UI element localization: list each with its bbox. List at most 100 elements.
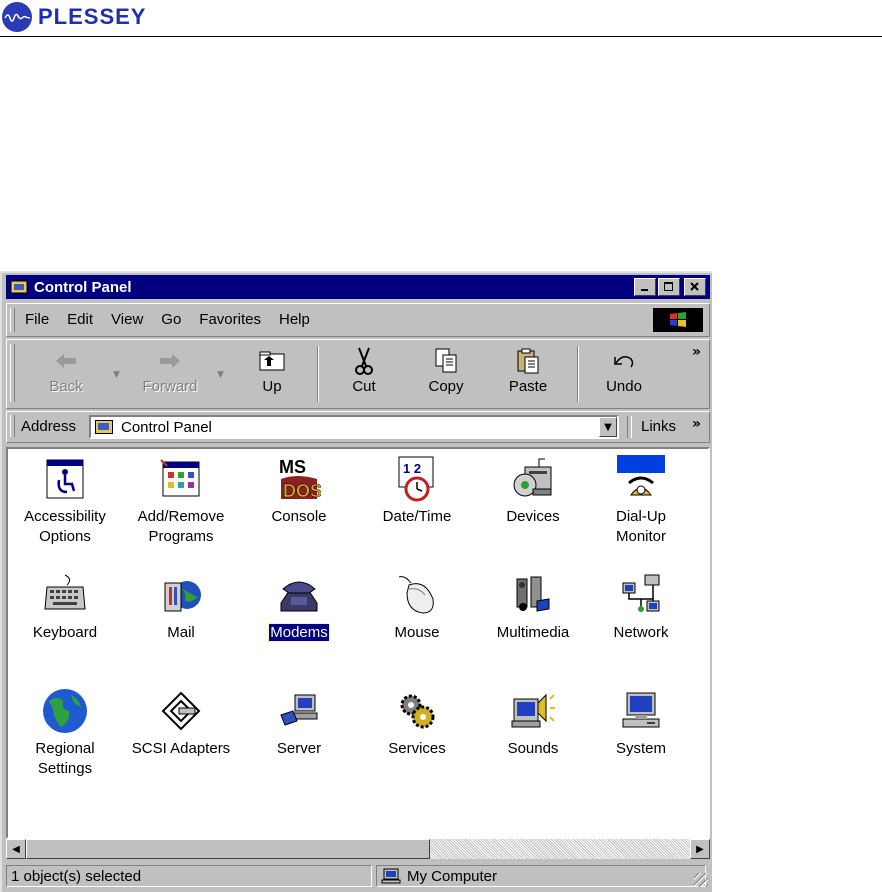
accessibility-options-item[interactable]: Accessibility Options — [10, 455, 120, 547]
up-folder-icon — [259, 351, 285, 371]
multimedia-icon — [516, 576, 550, 612]
telephone-modem-icon — [280, 581, 318, 612]
links-separator — [627, 416, 632, 438]
devices-item[interactable]: Devices — [478, 455, 588, 527]
menu-favorites[interactable]: Favorites — [199, 311, 261, 328]
links-more-icon[interactable]: » — [692, 416, 701, 432]
resize-grip[interactable] — [694, 873, 708, 887]
close-icon — [690, 282, 699, 291]
keyboard-icon — [44, 574, 86, 610]
address-grip[interactable] — [10, 415, 15, 437]
paste-button[interactable]: Paste — [493, 346, 563, 402]
item-label: Accessibility — [24, 508, 106, 525]
menu-file[interactable]: File — [25, 311, 49, 328]
dial-up-monitor-item[interactable]: Dial-Up Monitor — [586, 455, 696, 547]
chevron-down-icon: ▼ — [604, 421, 612, 433]
item-label: Dial-Up — [615, 508, 666, 525]
modems-item[interactable]: Modems — [244, 571, 354, 643]
multimedia-item[interactable]: Multimedia — [478, 571, 588, 643]
menu-help[interactable]: Help — [279, 311, 310, 328]
scroll-thumb[interactable] — [26, 839, 430, 859]
item-label: Devices — [506, 508, 560, 525]
mail-icon — [164, 581, 201, 612]
accessibility-icon — [46, 459, 84, 499]
network-item[interactable]: Network — [586, 571, 696, 643]
devices-icon — [513, 458, 552, 497]
mouse-item[interactable]: Mouse — [362, 571, 472, 643]
toolbar-more-icon[interactable]: » — [692, 344, 701, 360]
plessey-logo-icon — [2, 2, 32, 32]
up-button[interactable]: Up — [237, 346, 307, 402]
scsi-adapters-item[interactable]: SCSI Adapters — [126, 687, 236, 759]
toolbar-separator — [317, 346, 319, 402]
item-label: Mouse — [394, 624, 440, 641]
mail-item[interactable]: Mail — [126, 571, 236, 643]
menu-grip[interactable] — [10, 308, 15, 332]
speaker-icon — [511, 693, 555, 728]
add-remove-programs-icon — [160, 459, 200, 497]
paste-icon — [517, 348, 539, 374]
cut-button[interactable]: Cut — [329, 346, 399, 402]
menu-go[interactable]: Go — [161, 311, 181, 328]
item-label: Monitor — [615, 528, 667, 545]
item-label: Services — [388, 740, 446, 757]
windows-logo-icon — [653, 308, 703, 332]
scissors-icon — [355, 347, 373, 375]
title-bar[interactable]: Control Panel — [6, 275, 710, 299]
item-label: Settings — [37, 760, 93, 777]
scsi-adapter-icon — [161, 691, 201, 731]
item-label: Date/Time — [382, 508, 452, 525]
svg-text:MS: MS — [279, 457, 306, 477]
close-button[interactable] — [684, 278, 706, 296]
status-bar: 1 object(s) selected My Computer — [6, 863, 710, 889]
maximize-button[interactable] — [658, 278, 680, 296]
console-item[interactable]: MS DOS Console — [244, 455, 354, 527]
menu-bar: File Edit View Go Favorites Help — [6, 303, 710, 337]
status-selection: 1 object(s) selected — [6, 865, 372, 887]
forward-arrow-icon — [160, 354, 180, 368]
minimize-button[interactable] — [634, 278, 656, 296]
status-text: 1 object(s) selected — [11, 867, 142, 885]
address-dropdown-button[interactable]: ▼ — [599, 417, 617, 437]
address-value: Control Panel — [121, 418, 212, 436]
links-button[interactable]: Links — [641, 418, 676, 435]
svg-text:DOS: DOS — [283, 481, 321, 501]
calendar-clock-icon: 1 2 — [398, 456, 434, 502]
scroll-left-button[interactable]: ◀ — [6, 839, 26, 859]
scroll-right-button[interactable]: ▶ — [690, 839, 710, 859]
header-divider — [0, 36, 882, 37]
keyboard-item[interactable]: Keyboard — [10, 571, 120, 643]
forward-dropdown-icon[interactable]: ▼ — [217, 370, 224, 380]
item-label: Options — [39, 528, 91, 545]
back-button[interactable]: Back — [31, 346, 101, 402]
system-item[interactable]: System — [586, 687, 696, 759]
sounds-item[interactable]: Sounds — [478, 687, 588, 759]
menu-view[interactable]: View — [111, 311, 143, 328]
toolbar-grip[interactable] — [10, 344, 15, 402]
date-time-item[interactable]: 1 2 Date/Time — [362, 455, 472, 527]
menu-edit[interactable]: Edit — [67, 311, 93, 328]
copy-label: Copy — [428, 378, 464, 395]
address-label: Address — [21, 418, 77, 435]
item-label: Server — [276, 740, 322, 757]
item-label: SCSI Adapters — [131, 740, 231, 757]
address-input[interactable]: Control Panel ▼ — [89, 415, 619, 439]
gears-icon — [400, 694, 435, 729]
back-dropdown-icon[interactable]: ▼ — [113, 370, 120, 380]
horizontal-scrollbar[interactable]: ◀ ▶ — [6, 839, 710, 859]
services-item[interactable]: Services — [362, 687, 472, 759]
control-panel-window: Control Panel File Edit View Go Favorite… — [0, 271, 712, 892]
forward-button[interactable]: Forward — [135, 346, 205, 402]
regional-settings-item[interactable]: Regional Settings — [10, 687, 120, 779]
item-label: Sounds — [507, 740, 559, 757]
back-label: Back — [49, 378, 83, 395]
add-remove-programs-item[interactable]: Add/Remove Programs — [126, 455, 236, 547]
globe-icon — [43, 689, 87, 733]
undo-button[interactable]: Undo — [589, 346, 659, 402]
brand-header: PLESSEY — [2, 2, 146, 32]
copy-icon — [435, 348, 457, 373]
copy-button[interactable]: Copy — [411, 346, 481, 402]
control-panel-small-icon — [95, 420, 113, 434]
server-item[interactable]: Server — [244, 687, 354, 759]
arrow-right-icon: ▶ — [696, 843, 704, 855]
